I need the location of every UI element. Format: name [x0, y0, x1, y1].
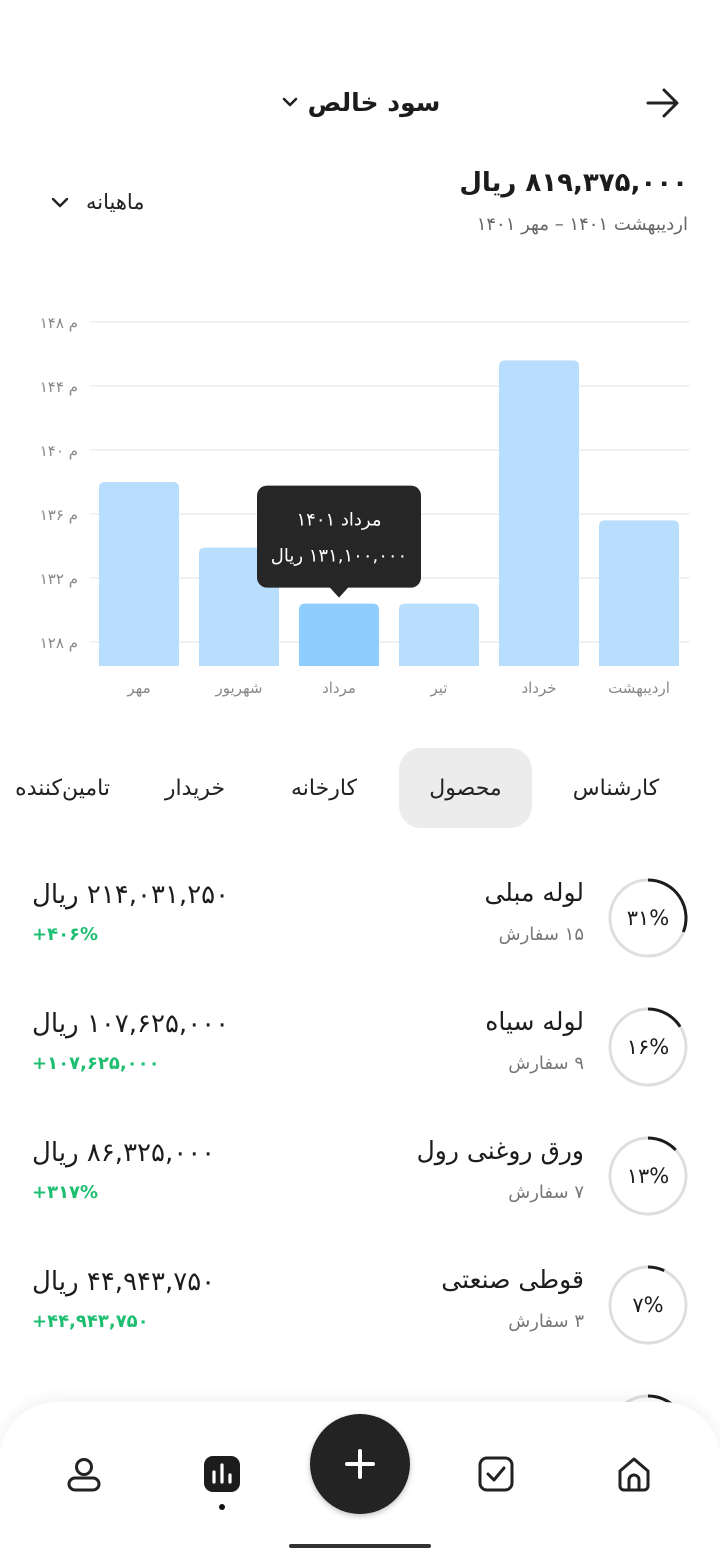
tooltip-title: مرداد ۱۴۰۱ — [297, 510, 382, 531]
order-count: ۹ سفارش — [508, 1053, 584, 1074]
product-name: لوله سیاه — [485, 1007, 584, 1036]
x-tick-label: خرداد — [521, 679, 556, 697]
product-amount: ۱۰۷,۶۲۵,۰۰۰ ریال — [32, 1009, 230, 1039]
product-amount: ۸۶,۳۲۵,۰۰۰ ریال — [32, 1138, 216, 1168]
tab-label: کارشناس — [572, 775, 660, 801]
list-item[interactable]: ۷% قوطی صنعتی ۳ سفارش ۴۴,۹۴۳,۷۵۰ ریال +۴… — [0, 1265, 720, 1365]
tab-buyer[interactable]: خریدار — [140, 748, 250, 828]
date-range: اردیبهشت ۱۴۰۱ – مهر ۱۴۰۱ — [476, 214, 688, 235]
chart-icon — [204, 1456, 240, 1492]
tab-supplier[interactable]: تامین‌کننده — [0, 748, 110, 828]
y-tick-label: ۱۴۴ م — [40, 378, 78, 396]
percent-label: ۱۳% — [626, 1164, 670, 1188]
page-title: سود خالص — [307, 87, 441, 117]
tab-bar: کارشناس محصول کارخانه خریدار تامین‌کننده — [0, 748, 720, 828]
x-tick-label: مهر — [126, 679, 150, 697]
list-item[interactable]: ۳۱% لوله مبلی ۱۵ سفارش ۲۱۴,۰۳۱,۲۵۰ ریال … — [0, 878, 720, 978]
profit-chart: ۱۲۸ م ۱۳۲ م ۱۳۶ م ۱۴۰ م ۱۴۴ م ۱۴۸ م اردیبهشت خر… — [40, 314, 690, 697]
product-name: ورق روغنی رول — [416, 1136, 584, 1165]
tab-product[interactable]: محصول — [399, 748, 532, 828]
tooltip-value: ۱۳۱,۱۰۰,۰۰۰ ریال — [271, 546, 407, 567]
chevron-down-icon — [51, 197, 69, 208]
order-count: ۱۵ سفارش — [498, 924, 584, 945]
product-amount: ۲۱۴,۰۳۱,۲۵۰ ریال — [32, 880, 230, 910]
bar — [599, 520, 679, 666]
plus-icon — [345, 1449, 375, 1479]
tab-label: کارخانه — [290, 775, 358, 801]
chevron-down-icon — [282, 97, 297, 107]
tab-label: خریدار — [164, 775, 226, 801]
y-tick-label: ۱۳۶ م — [40, 506, 78, 524]
change-value: +۳۱۷% — [32, 1182, 99, 1203]
bar — [399, 603, 479, 666]
y-tick-label: ۱۲۸ م — [40, 634, 78, 652]
change-value: +۴۰۶% — [32, 924, 99, 945]
nav-profile[interactable] — [56, 1446, 112, 1502]
product-name: لوله مبلی — [484, 878, 584, 907]
nav-home[interactable] — [606, 1446, 662, 1502]
period-select[interactable]: ماهیانه — [48, 184, 145, 220]
order-count: ۳ سفارش — [508, 1311, 584, 1332]
total-value: ۸۱۹,۳۷۵,۰۰۰ ریال — [459, 168, 688, 198]
x-tick-label: مرداد — [322, 679, 356, 697]
checkbox-icon — [478, 1456, 514, 1492]
nav-reports[interactable] — [194, 1446, 250, 1502]
change-value: +۴۴,۹۴۳,۷۵۰ — [32, 1311, 149, 1332]
product-name: قوطی صنعتی — [441, 1265, 584, 1294]
order-count: ۷ سفارش — [508, 1182, 584, 1203]
tooltip-arrow — [329, 586, 349, 598]
period-label: ماهیانه — [86, 190, 145, 214]
percent-label: ۱۶% — [626, 1035, 670, 1059]
add-button[interactable] — [310, 1414, 410, 1514]
x-tick-label: شهریور — [215, 679, 263, 697]
percent-label: ۳۱% — [626, 906, 670, 930]
active-indicator-dot — [219, 1504, 225, 1510]
list-item[interactable]: ۱۳% ورق روغنی رول ۷ سفارش ۸۶,۳۲۵,۰۰۰ ریا… — [0, 1136, 720, 1236]
change-value: +۱۰۷,۶۲۵,۰۰۰ — [32, 1053, 160, 1074]
y-tick-label: ۱۴۸ م — [40, 314, 78, 332]
title-dropdown[interactable]: سود خالص — [0, 82, 720, 122]
bottom-nav — [0, 1402, 720, 1560]
bar — [299, 603, 379, 666]
home-indicator — [289, 1544, 431, 1548]
product-amount: ۴۴,۹۴۳,۷۵۰ ریال — [32, 1267, 216, 1297]
tooltip-box — [257, 485, 421, 588]
bar — [99, 482, 179, 666]
home-icon — [618, 1457, 650, 1492]
x-tick-label: تیر — [430, 679, 448, 697]
y-tick-label: ۱۳۲ م — [40, 570, 78, 588]
nav-tasks[interactable] — [468, 1446, 524, 1502]
profile-icon — [67, 1458, 101, 1492]
tab-label: تامین‌کننده — [15, 775, 110, 801]
tab-factory[interactable]: کارخانه — [264, 748, 384, 828]
bar — [499, 360, 579, 666]
tab-label: محصول — [429, 775, 502, 801]
list-item[interactable]: ۱۶% لوله سیاه ۹ سفارش ۱۰۷,۶۲۵,۰۰۰ ریال +… — [0, 1007, 720, 1107]
tab-expert[interactable]: کارشناس — [548, 748, 684, 828]
percent-label: ۷% — [632, 1293, 664, 1317]
y-tick-label: ۱۴۰ م — [40, 442, 78, 460]
x-tick-label: اردیبهشت — [608, 679, 670, 697]
